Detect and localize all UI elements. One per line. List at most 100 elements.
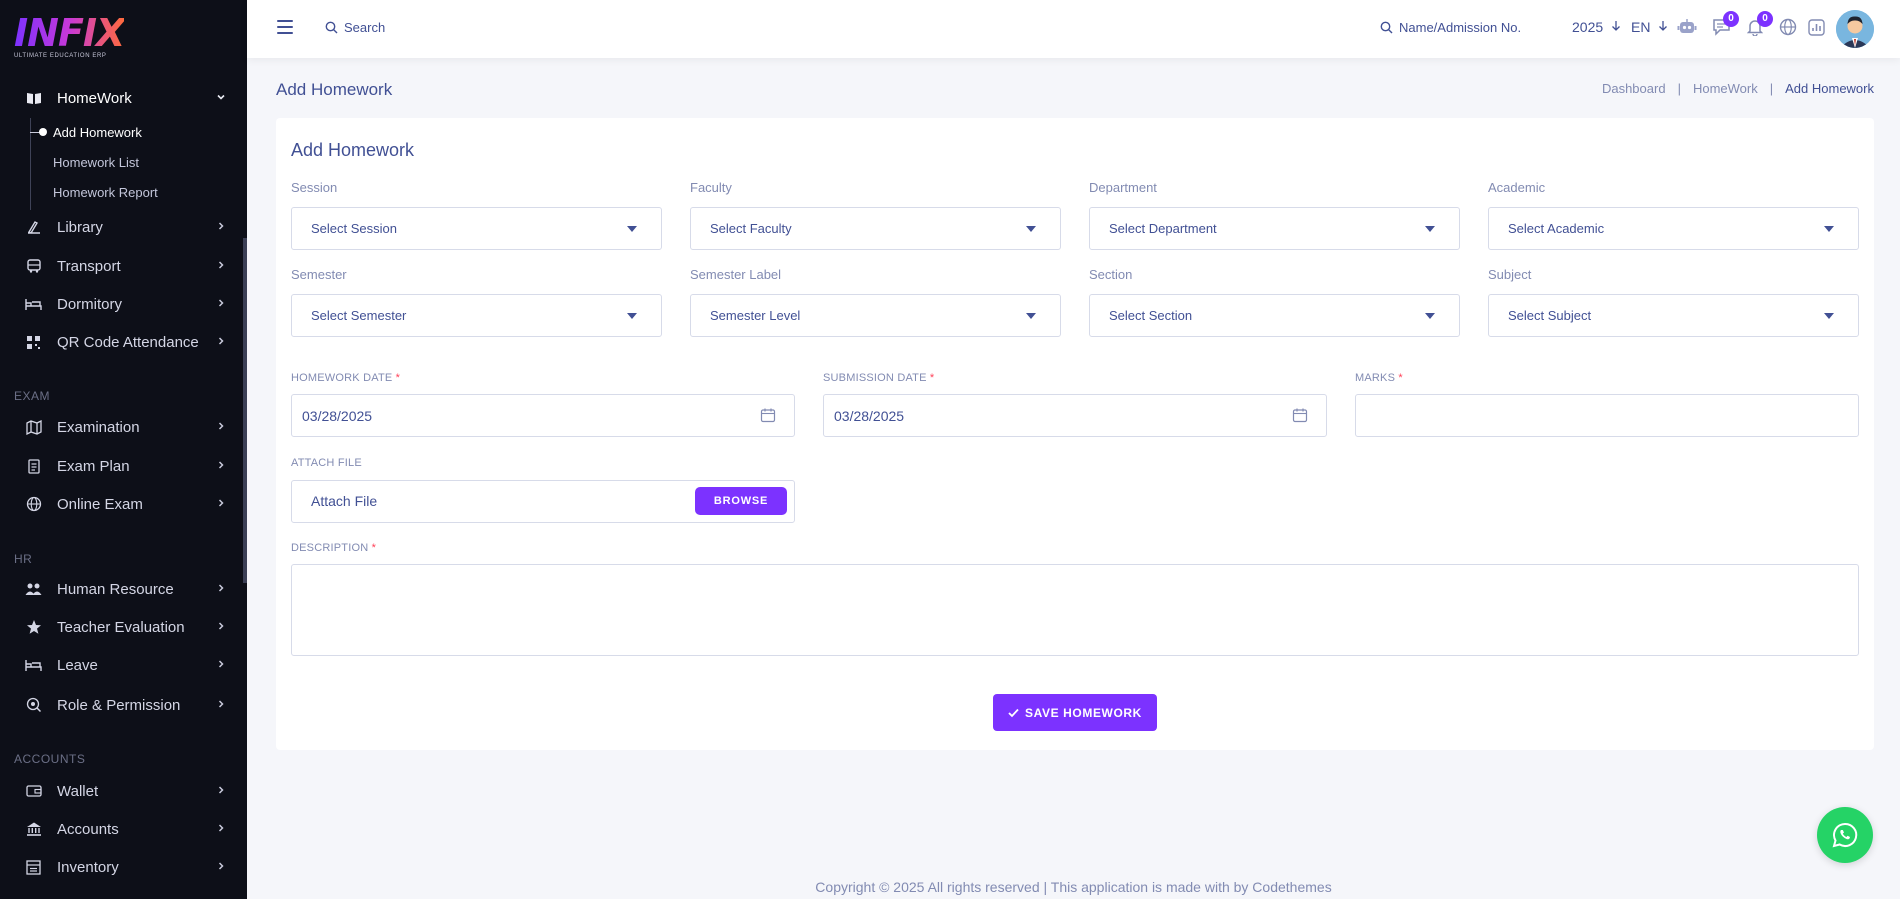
sidebar-scroll-thumb[interactable] (243, 238, 247, 583)
globe-icon (25, 496, 42, 513)
robot-icon[interactable] (1677, 17, 1697, 37)
chevron-down-icon (216, 91, 226, 105)
breadcrumb-current: Add Homework (1785, 81, 1874, 96)
session-placeholder: Select Session (311, 221, 397, 236)
faculty-select[interactable]: Select Faculty (690, 207, 1061, 250)
caret-down-icon (1824, 226, 1834, 232)
breadcrumb-dashboard[interactable]: Dashboard (1602, 81, 1666, 96)
chevron-right-icon (216, 259, 226, 273)
sidebar-item-leave[interactable]: Leave (0, 650, 243, 680)
sidebar-item-homework[interactable]: HomeWork (0, 83, 243, 113)
year-selector[interactable]: 2025 (1572, 19, 1621, 35)
sidebar-item-label: Leave (57, 656, 98, 674)
sidebar-subitem-homework-report[interactable]: Homework Report (53, 185, 158, 200)
sidebar-item-label: Online Exam (57, 495, 143, 513)
attach-file-placeholder: Attach File (311, 493, 378, 509)
description-textarea[interactable] (291, 564, 1859, 656)
department-select[interactable]: Select Department (1089, 207, 1460, 250)
sidebar-item-label: Transport (57, 257, 121, 275)
bank-icon (25, 821, 42, 838)
sidebar-item-wallet[interactable]: Wallet (0, 776, 243, 806)
sidebar-item-accounts[interactable]: Accounts (0, 814, 243, 844)
description-label-text: DESCRIPTION (291, 542, 369, 554)
sidebar-item-online-exam[interactable]: Online Exam (0, 489, 243, 519)
semester-label: Semester (291, 267, 347, 282)
submission-date-input[interactable]: 03/28/2025 (823, 394, 1327, 437)
search-icon (1380, 21, 1393, 34)
messages-badge: 0 (1723, 11, 1739, 27)
chevron-right-icon (216, 620, 226, 634)
submission-date-label: SUBMISSION DATE * (823, 372, 934, 384)
homework-date-label: HOMEWORK DATE * (291, 372, 400, 384)
language-selector[interactable]: EN (1631, 19, 1668, 35)
chevron-right-icon (216, 582, 226, 596)
student-search[interactable]: Name/Admission No. (1380, 20, 1521, 35)
semester-placeholder: Select Semester (311, 308, 407, 323)
submission-date-label-text: SUBMISSION DATE (823, 372, 927, 384)
sidebar: INFIX ULTIMATE EDUCATION ERP HomeWork Ad… (0, 0, 247, 899)
sidebar-subitem-add-homework[interactable]: Add Homework (53, 125, 142, 140)
bed-icon (25, 657, 42, 674)
logo[interactable]: INFIX ULTIMATE EDUCATION ERP (14, 14, 125, 59)
section-select[interactable]: Select Section (1089, 294, 1460, 337)
section-heading-accounts: ACCOUNTS (14, 752, 86, 766)
sidebar-item-label: HomeWork (57, 89, 132, 107)
caret-down-icon (1026, 226, 1036, 232)
book-icon (25, 90, 42, 107)
sidebar-item-label: QR Code Attendance (57, 333, 199, 351)
chevron-right-icon (216, 220, 226, 234)
report-chart-icon[interactable] (1806, 17, 1826, 37)
breadcrumb-homework[interactable]: HomeWork (1693, 81, 1758, 96)
attach-file-label: ATTACH FILE (291, 457, 362, 469)
sidebar-item-label: Dormitory (57, 295, 123, 313)
sidebar-item-role-permission[interactable]: Role & Permission (0, 690, 243, 720)
sidebar-item-transport[interactable]: Transport (0, 251, 243, 281)
breadcrumb-separator: | (1769, 81, 1774, 96)
marks-input[interactable] (1355, 394, 1859, 437)
subject-select[interactable]: Select Subject (1488, 294, 1859, 337)
whatsapp-icon (1832, 822, 1858, 848)
browse-button[interactable]: BROWSE (695, 487, 787, 515)
calendar-icon[interactable] (760, 407, 776, 423)
sidebar-item-label: Inventory (57, 858, 119, 876)
section-heading-exam: EXAM (14, 389, 51, 403)
star-icon (25, 619, 42, 636)
homework-date-input[interactable]: 03/28/2025 (291, 394, 795, 437)
sidebar-item-inventory[interactable]: Inventory (0, 852, 243, 882)
sidebar-item-label: Role & Permission (57, 696, 181, 714)
arrow-down-icon (1612, 21, 1621, 31)
global-search[interactable]: Search (325, 20, 385, 35)
sidebar-item-library[interactable]: Library (0, 212, 243, 242)
whatsapp-button[interactable] (1817, 807, 1873, 863)
calendar-icon[interactable] (1292, 407, 1308, 423)
sidebar-item-human-resource[interactable]: Human Resource (0, 574, 243, 604)
notifications-button[interactable]: 0 (1745, 11, 1773, 37)
sidebar-item-teacher-evaluation[interactable]: Teacher Evaluation (0, 612, 243, 642)
chevron-right-icon (216, 297, 226, 311)
caret-down-icon (1425, 226, 1435, 232)
chevron-right-icon (216, 335, 226, 349)
chevron-right-icon (216, 497, 226, 511)
semester-select[interactable]: Select Semester (291, 294, 662, 337)
breadcrumb-separator: | (1677, 81, 1681, 96)
required-mark: * (929, 372, 935, 384)
sidebar-item-exam-plan[interactable]: Exam Plan (0, 451, 243, 481)
sidebar-item-qr-code-attendance[interactable]: QR Code Attendance (0, 327, 243, 357)
sidebar-item-examination[interactable]: Examination (0, 412, 243, 442)
save-homework-button[interactable]: SAVE HOMEWORK (993, 694, 1157, 731)
bus-icon (25, 258, 42, 275)
session-select[interactable]: Select Session (291, 207, 662, 250)
semester-label-select[interactable]: Semester Level (690, 294, 1061, 337)
section-placeholder: Select Section (1109, 308, 1193, 323)
academic-select[interactable]: Select Academic (1488, 207, 1859, 250)
academic-label: Academic (1488, 180, 1546, 195)
menu-toggle-icon[interactable] (277, 20, 293, 34)
student-search-label: Name/Admission No. (1399, 20, 1522, 35)
website-globe-icon[interactable] (1778, 17, 1798, 37)
sidebar-item-dormitory[interactable]: Dormitory (0, 289, 243, 319)
chevron-right-icon (216, 420, 226, 434)
sidebar-subitem-homework-list[interactable]: Homework List (53, 155, 139, 170)
messages-button[interactable]: 0 (1711, 11, 1739, 37)
library-icon (25, 219, 42, 236)
user-avatar[interactable] (1836, 10, 1874, 48)
